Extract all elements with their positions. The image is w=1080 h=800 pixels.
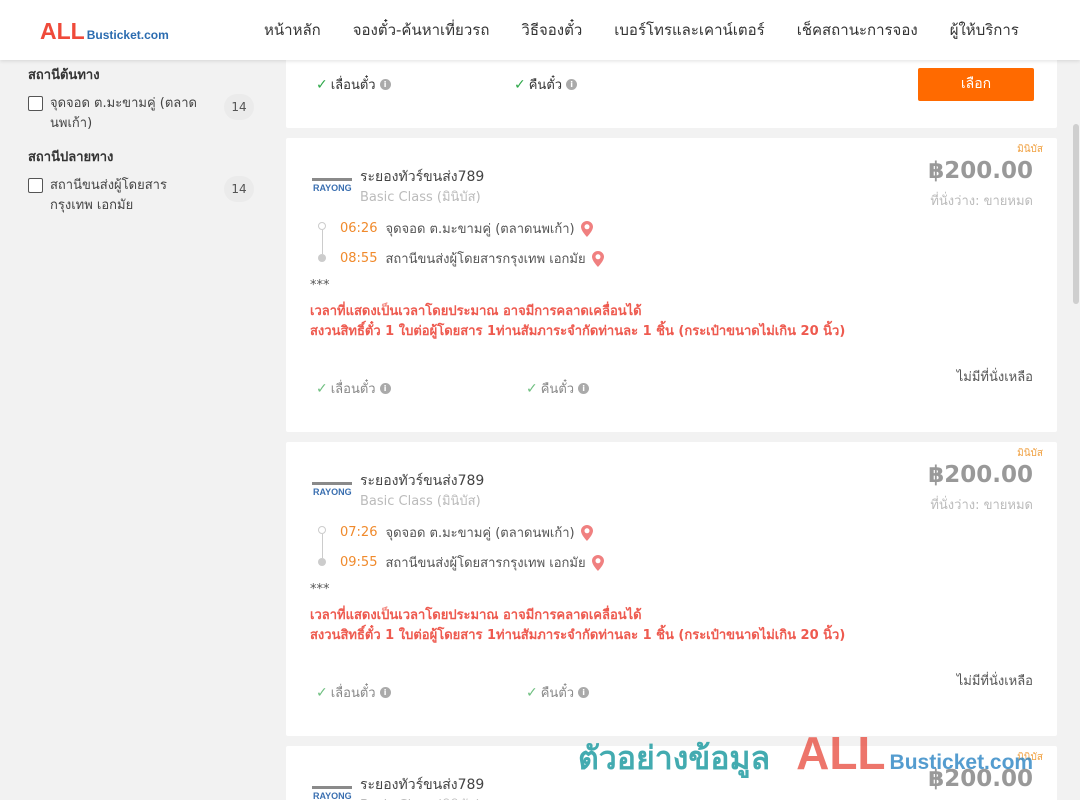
time-disclaimer: เวลาที่แสดงเป็นเวลาโดยประมาณ อาจมีการคลา… (310, 608, 642, 623)
feature-label: เลื่อนตั๋ว (330, 382, 376, 397)
operator-name: ระยองทัวร์ขนส่ง789 (360, 473, 485, 489)
origin-checkbox[interactable] (28, 96, 43, 111)
nav-book-search[interactable]: จองตั๋ว-ค้นหาเที่ยวรถ (353, 18, 490, 42)
info-icon[interactable]: i (379, 687, 391, 698)
refund-feature: ✓ คืนตั๋ว i (514, 74, 578, 95)
scrollbar-thumb[interactable] (1073, 124, 1079, 304)
refund-feature: ✓ คืนตั๋ว i (526, 682, 590, 703)
bus-class: Basic Class (มินิบัส) (360, 190, 481, 205)
nav-how-to-book[interactable]: วิธีจองตั๋ว (521, 18, 582, 42)
arrival-time: 08:55 (340, 251, 378, 266)
logo-sub: Busticket.com (86, 28, 169, 42)
trip-price: ฿200.00 (928, 766, 1033, 792)
origin-filter-title: สถานีต้นทาง (28, 68, 100, 83)
info-icon[interactable]: i (379, 383, 391, 394)
baggage-policy: สงวนสิทธิ์ตั๋ว 1 ใบต่อผู้โดยสาร 1ท่านสัม… (310, 324, 846, 339)
sold-out-label: ไม่มีที่นั่งเหลือ (956, 674, 1033, 689)
nav-check-booking[interactable]: เช็คสถานะการจอง (797, 18, 918, 42)
route-timeline (318, 526, 326, 568)
reschedule-feature: ✓ เลื่อนตั๋ว i (316, 378, 391, 399)
map-pin-icon[interactable] (591, 250, 604, 267)
page-scrollbar[interactable] (1072, 60, 1080, 800)
check-icon: ✓ (316, 76, 328, 93)
svg-text:RAYONG: RAYONG (313, 791, 352, 800)
arrival-stop-name: สถานีขนส่งผู้โดยสารกรุงเทพ เอกมัย (385, 556, 586, 571)
origin-count-badge: 14 (224, 94, 254, 120)
departure-stop: 07:26 จุดจอด ต.มะขามคู่ (ตลาดนพเก้า) (340, 522, 593, 543)
trip-card[interactable]: มินิบัส RAYONG ระยองทัวร์ขนส่ง789 Basic … (286, 138, 1057, 432)
departure-stop: 06:26 จุดจอด ต.มะขามคู่ (ตลาดนพเก้า) (340, 218, 593, 239)
feature-label: เลื่อนตั๋ว (330, 686, 376, 701)
top-header: ALL Busticket.com หน้าหลัก จองตั๋ว-ค้นหา… (0, 0, 1080, 60)
bus-class: Basic Class (มินิบัส) (360, 494, 481, 509)
nav-contact-counters[interactable]: เบอร์โทรและเคาน์เตอร์ (614, 18, 764, 42)
operator-logo: RAYONG (312, 178, 352, 193)
remark-stars: *** (310, 582, 330, 597)
feature-label: คืนตั๋ว (540, 686, 575, 701)
origin-filter-option[interactable]: จุดจอด ต.มะขามคู่ (ตลาดนพเก้า) 14 (28, 94, 260, 138)
sold-out-label: ไม่มีที่นั่งเหลือ (956, 370, 1033, 385)
arrival-stop: 09:55 สถานีขนส่งผู้โดยสารกรุงเทพ เอกมัย (340, 552, 604, 573)
nav-operators[interactable]: ผู้ให้บริการ (950, 18, 1019, 42)
filter-sidebar: สถานีต้นทาง จุดจอด ต.มะขามคู่ (ตลาดนพเก้… (28, 60, 260, 220)
arrival-time: 09:55 (340, 555, 378, 570)
logo-main: ALL (40, 18, 85, 44)
map-pin-icon[interactable] (591, 554, 604, 571)
trip-card[interactable]: มินิบัส RAYONG ระยองทัวร์ขนส่ง789 Basic … (286, 442, 1057, 736)
bus-class: Basic Class (มินิบัส) (360, 794, 481, 800)
destination-filter-title: สถานีปลายทาง (28, 150, 114, 165)
operator-name: ระยองทัวร์ขนส่ง789 (360, 777, 485, 793)
arrival-stop: 08:55 สถานีขนส่งผู้โดยสารกรุงเทพ เอกมัย (340, 248, 604, 269)
destination-filter-option[interactable]: สถานีขนส่งผู้โดยสารกรุงเทพ เอกมัย 14 (28, 176, 260, 220)
seat-availability: ที่นั่งว่าง: ขายหมด (930, 498, 1033, 513)
departure-stop-name: จุดจอด ต.มะขามคู่ (ตลาดนพเก้า) (385, 222, 575, 237)
select-trip-button[interactable]: เลือก (918, 68, 1034, 101)
map-pin-icon[interactable] (580, 524, 593, 541)
check-icon: ✓ (316, 380, 328, 397)
departure-time: 07:26 (340, 525, 378, 540)
baggage-policy: สงวนสิทธิ์ตั๋ว 1 ใบต่อผู้โดยสาร 1ท่านสัม… (310, 628, 846, 643)
map-pin-icon[interactable] (580, 220, 593, 237)
destination-count-badge: 14 (224, 176, 254, 202)
svg-text:RAYONG: RAYONG (313, 487, 352, 497)
feature-label: คืนตั๋ว (528, 78, 563, 93)
nav-home[interactable]: หน้าหลัก (264, 18, 321, 42)
svg-text:RAYONG: RAYONG (313, 183, 352, 193)
reschedule-feature: ✓ เลื่อนตั๋ว i (316, 74, 391, 95)
main-nav: หน้าหลัก จองตั๋ว-ค้นหาเที่ยวรถ วิธีจองตั… (248, 0, 1035, 60)
seat-availability: ที่นั่งว่าง: ขายหมด (930, 194, 1033, 209)
info-icon[interactable]: i (566, 79, 578, 90)
trip-price: ฿200.00 (928, 158, 1033, 184)
operator-name: ระยองทัวร์ขนส่ง789 (360, 169, 485, 185)
refund-feature: ✓ คืนตั๋ว i (526, 378, 590, 399)
operator-logo: RAYONG (312, 786, 352, 800)
vehicle-type-tag: มินิบัส (1017, 144, 1043, 155)
remark-stars: *** (310, 278, 330, 293)
route-timeline (318, 222, 326, 264)
feature-label: เลื่อนตั๋ว (330, 78, 376, 93)
trip-card[interactable]: มินิบัส RAYONG ระยองทัวร์ขนส่ง789 Basic … (286, 746, 1057, 800)
operator-logo: RAYONG (312, 482, 352, 497)
info-icon[interactable]: i (379, 79, 391, 90)
arrival-stop-name: สถานีขนส่งผู้โดยสารกรุงเทพ เอกมัย (385, 252, 586, 267)
check-icon: ✓ (526, 684, 538, 701)
time-disclaimer: เวลาที่แสดงเป็นเวลาโดยประมาณ อาจมีการคลา… (310, 304, 642, 319)
feature-label: คืนตั๋ว (540, 382, 575, 397)
check-icon: ✓ (316, 684, 328, 701)
vehicle-type-tag: มินิบัส (1017, 448, 1043, 459)
origin-option-label: จุดจอด ต.มะขามคู่ (ตลาดนพเก้า) (50, 96, 197, 131)
destination-checkbox[interactable] (28, 178, 43, 193)
vehicle-type-tag: มินิบัส (1017, 752, 1043, 763)
check-icon: ✓ (526, 380, 538, 397)
site-logo[interactable]: ALL Busticket.com (40, 18, 169, 45)
info-icon[interactable]: i (578, 383, 590, 394)
trip-price: ฿200.00 (928, 462, 1033, 488)
departure-time: 06:26 (340, 221, 378, 236)
destination-option-label: สถานีขนส่งผู้โดยสารกรุงเทพ เอกมัย (50, 178, 167, 213)
info-icon[interactable]: i (578, 687, 590, 698)
reschedule-feature: ✓ เลื่อนตั๋ว i (316, 682, 391, 703)
check-icon: ✓ (514, 76, 526, 93)
departure-stop-name: จุดจอด ต.มะขามคู่ (ตลาดนพเก้า) (385, 526, 575, 541)
